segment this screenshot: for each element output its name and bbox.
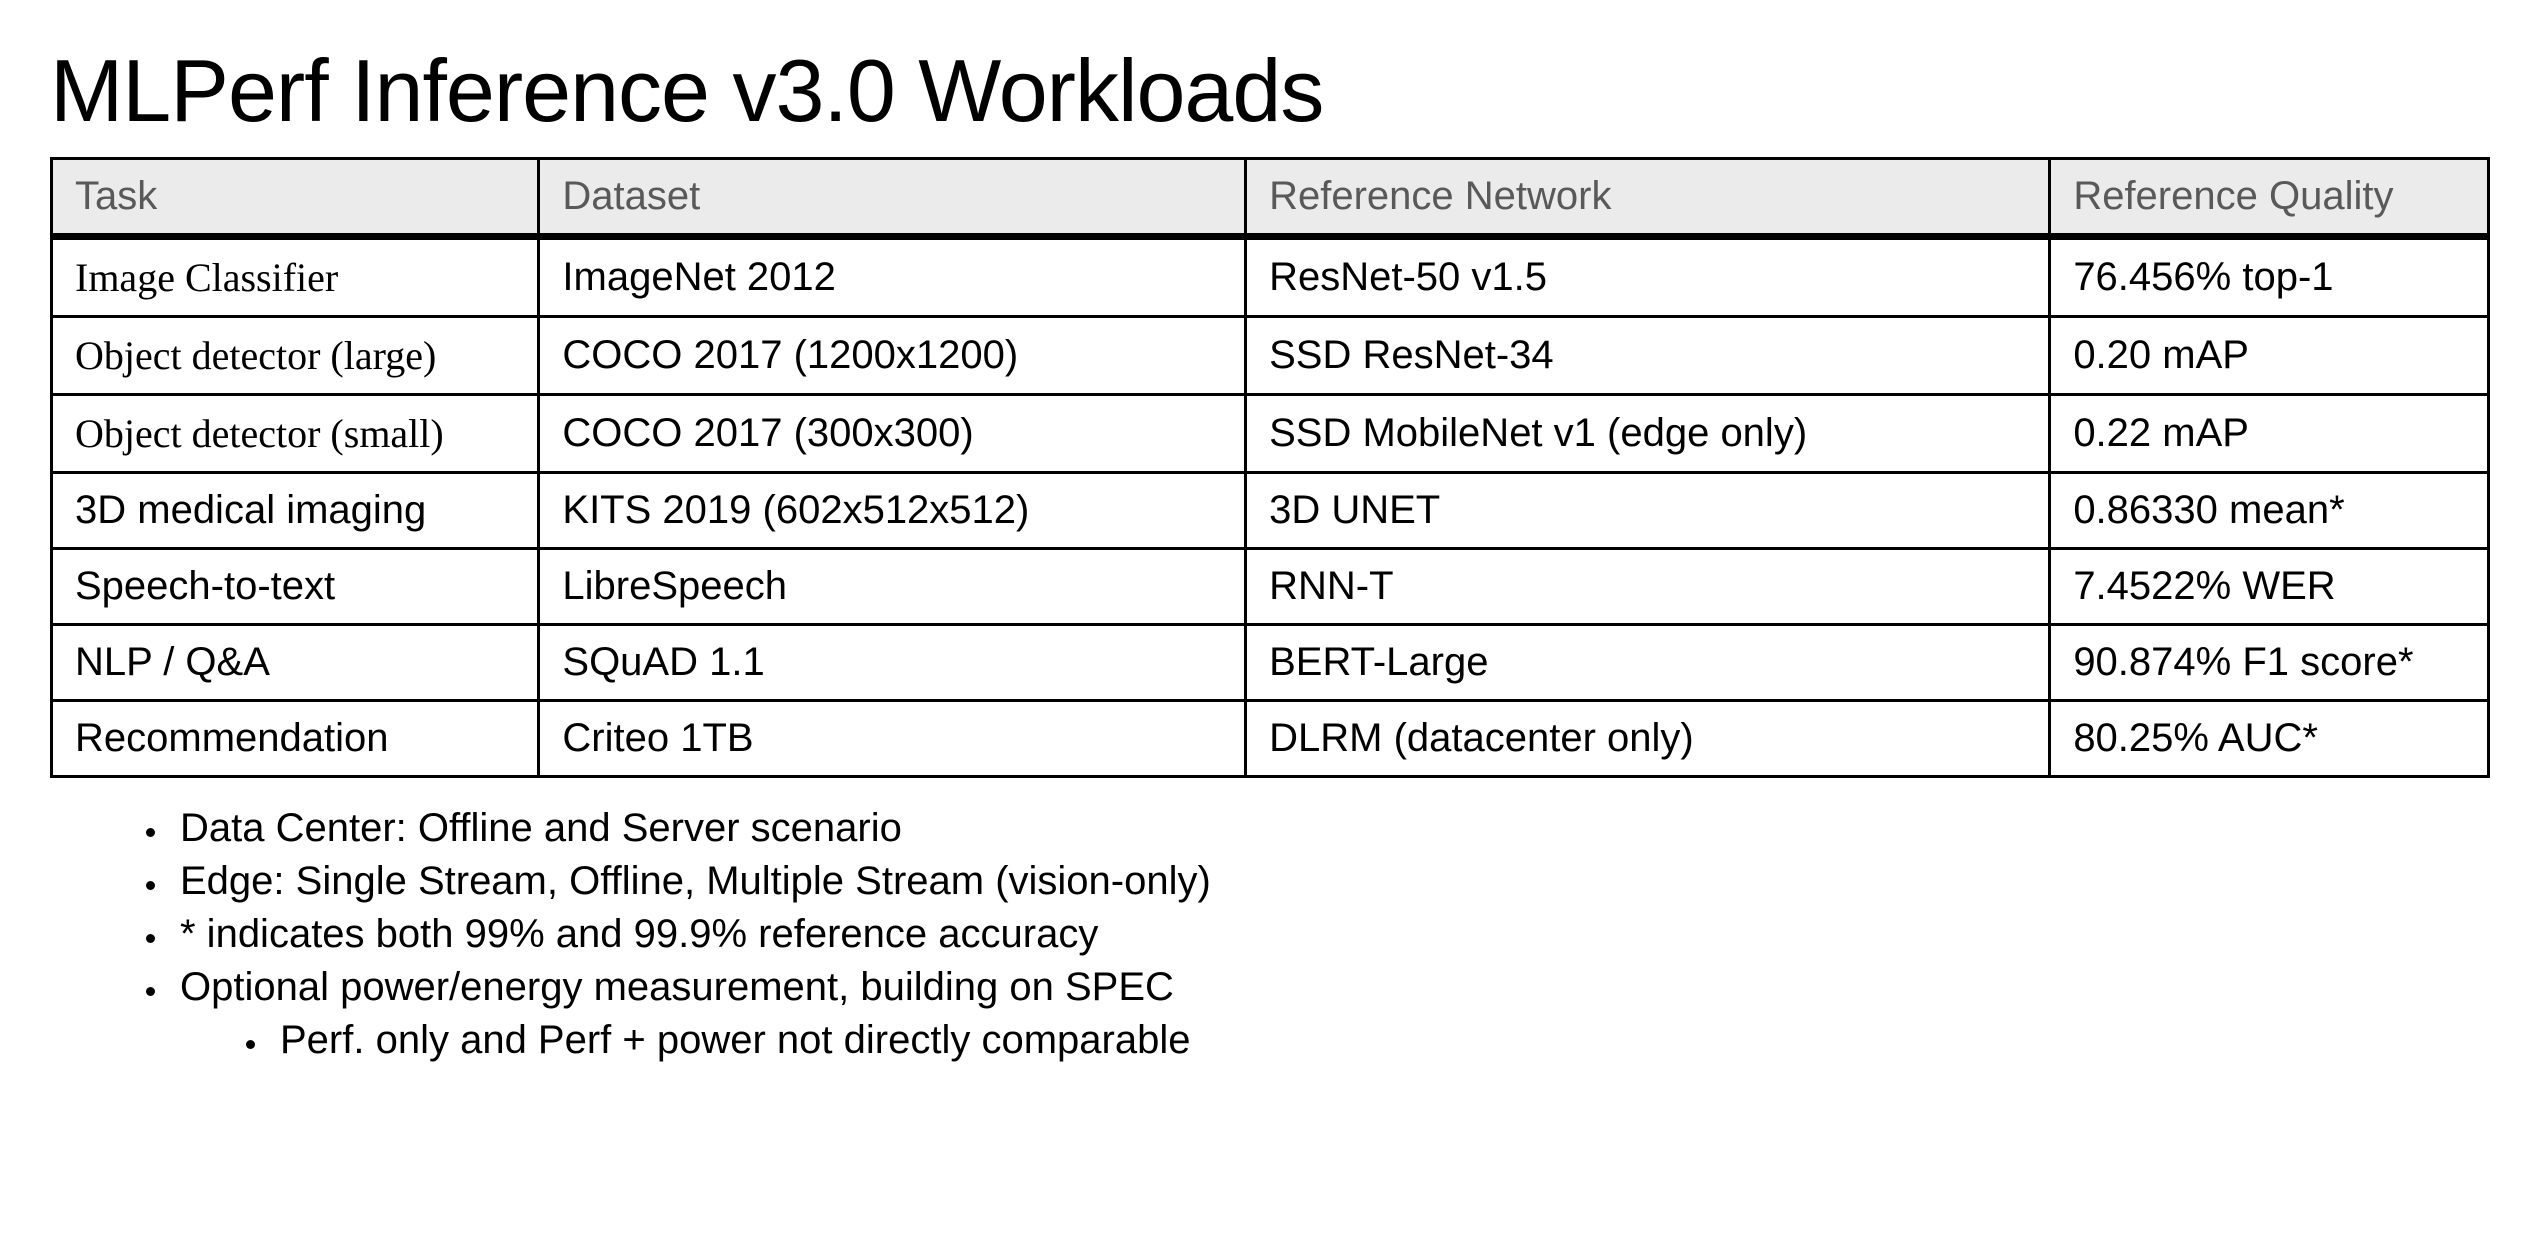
cell-network: ResNet-50 v1.5 [1246, 237, 2050, 317]
note-text: Optional power/energy measurement, build… [180, 965, 1174, 1009]
list-item: Perf. only and Perf + power not directly… [270, 1018, 2490, 1063]
workloads-table: Task Dataset Reference Network Reference… [50, 157, 2490, 778]
cell-quality: 0.22 mAP [2050, 395, 2489, 473]
cell-network: DLRM (datacenter only) [1246, 701, 2050, 777]
cell-dataset: ImageNet 2012 [539, 237, 1246, 317]
cell-quality: 0.86330 mean* [2050, 473, 2489, 549]
table-row: Speech-to-text LibreSpeech RNN-T 7.4522%… [52, 549, 2489, 625]
table-row: Object detector (large) COCO 2017 (1200x… [52, 317, 2489, 395]
list-item: * indicates both 99% and 99.9% reference… [170, 912, 2490, 957]
cell-network: SSD ResNet-34 [1246, 317, 2050, 395]
table-row: Recommendation Criteo 1TB DLRM (datacent… [52, 701, 2489, 777]
cell-quality: 80.25% AUC* [2050, 701, 2489, 777]
page-title: MLPerf Inference v3.0 Workloads [50, 40, 2490, 142]
cell-quality: 90.874% F1 score* [2050, 625, 2489, 701]
table-row: NLP / Q&A SQuAD 1.1 BERT-Large 90.874% F… [52, 625, 2489, 701]
cell-dataset: COCO 2017 (300x300) [539, 395, 1246, 473]
notes-list: Data Center: Offline and Server scenario… [170, 806, 2490, 1063]
cell-quality: 7.4522% WER [2050, 549, 2489, 625]
table-row: 3D medical imaging KITS 2019 (602x512x51… [52, 473, 2489, 549]
cell-dataset: KITS 2019 (602x512x512) [539, 473, 1246, 549]
cell-quality: 0.20 mAP [2050, 317, 2489, 395]
list-item: Edge: Single Stream, Offline, Multiple S… [170, 859, 2490, 904]
cell-network: 3D UNET [1246, 473, 2050, 549]
cell-task: NLP / Q&A [52, 625, 539, 701]
header-network: Reference Network [1246, 159, 2050, 237]
table-row: Object detector (small) COCO 2017 (300x3… [52, 395, 2489, 473]
cell-task: 3D medical imaging [52, 473, 539, 549]
cell-task: Object detector (small) [52, 395, 539, 473]
header-quality: Reference Quality [2050, 159, 2489, 237]
cell-task: Speech-to-text [52, 549, 539, 625]
table-row: Image Classifier ImageNet 2012 ResNet-50… [52, 237, 2489, 317]
header-dataset: Dataset [539, 159, 1246, 237]
list-item: Optional power/energy measurement, build… [170, 965, 2490, 1063]
cell-dataset: LibreSpeech [539, 549, 1246, 625]
cell-task: Object detector (large) [52, 317, 539, 395]
cell-quality: 76.456% top-1 [2050, 237, 2489, 317]
cell-dataset: Criteo 1TB [539, 701, 1246, 777]
header-task: Task [52, 159, 539, 237]
cell-task: Recommendation [52, 701, 539, 777]
list-item: Data Center: Offline and Server scenario [170, 806, 2490, 851]
cell-dataset: COCO 2017 (1200x1200) [539, 317, 1246, 395]
cell-network: RNN-T [1246, 549, 2050, 625]
table-header-row: Task Dataset Reference Network Reference… [52, 159, 2489, 237]
cell-network: BERT-Large [1246, 625, 2050, 701]
cell-dataset: SQuAD 1.1 [539, 625, 1246, 701]
sub-notes-list: Perf. only and Perf + power not directly… [270, 1018, 2490, 1063]
cell-network: SSD MobileNet v1 (edge only) [1246, 395, 2050, 473]
cell-task: Image Classifier [52, 237, 539, 317]
